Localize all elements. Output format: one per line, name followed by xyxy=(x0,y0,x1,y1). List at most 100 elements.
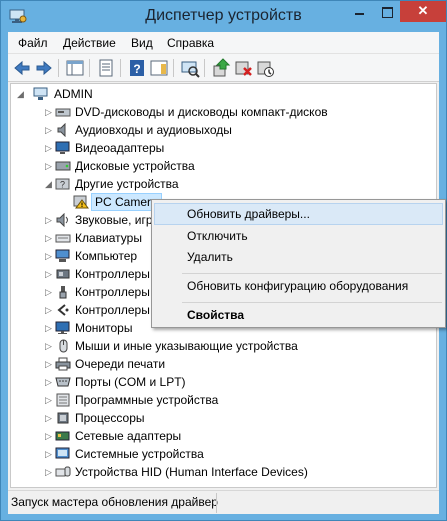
expand-arrow-icon[interactable]: ▷ xyxy=(45,319,54,337)
tree-root-label: ADMIN xyxy=(54,87,93,101)
expand-arrow-icon[interactable]: ▷ xyxy=(45,409,54,427)
expand-arrow-icon[interactable]: ▷ xyxy=(45,427,54,445)
expand-arrow-icon[interactable]: ▷ xyxy=(45,121,54,139)
menu-disable[interactable]: Отключить xyxy=(154,225,443,247)
mouse-icon xyxy=(55,339,71,353)
tree-item-label: Очереди печати xyxy=(75,357,166,371)
audio-icon xyxy=(55,122,71,138)
disk-drive-icon xyxy=(55,159,71,173)
menu-separator xyxy=(182,273,442,274)
tree-item-label: Аудиовходы и аудиовыходы xyxy=(75,123,232,137)
tree-item-label: Видеоадаптеры xyxy=(75,141,165,155)
help-icon[interactable]: ? xyxy=(127,58,147,78)
update-driver-icon[interactable] xyxy=(211,58,231,78)
show-hide-console-tree-icon[interactable] xyxy=(65,58,85,78)
expand-arrow-icon[interactable]: ▷ xyxy=(45,391,54,409)
tree-item-label: Контроллеры xyxy=(75,285,150,299)
expand-arrow-icon[interactable]: ▷ xyxy=(45,103,54,121)
tree-item-label: DVD-дисководы и дисководы компакт-дисков xyxy=(75,105,328,119)
svg-text:?: ? xyxy=(60,180,65,190)
port-icon xyxy=(55,375,71,389)
tree-item-label: Дисковые устройства xyxy=(75,159,195,173)
menu-separator xyxy=(182,302,442,303)
status-bar: Запуск мастера обновления драйвер xyxy=(8,490,439,514)
expand-arrow-icon[interactable]: ▷ xyxy=(45,139,54,157)
expand-arrow-icon[interactable]: ▷ xyxy=(45,373,54,391)
collapse-arrow-icon[interactable]: ◢ xyxy=(17,85,26,103)
expand-arrow-icon[interactable]: ▷ xyxy=(45,211,54,229)
tree-item-label: Другие устройства xyxy=(75,177,179,191)
tree-item-label: Устройства HID (Human Interface Devices) xyxy=(75,465,308,479)
menu-help[interactable]: Справка xyxy=(167,36,214,50)
network-adapter-icon xyxy=(55,429,71,443)
system-device-icon xyxy=(55,447,71,461)
sound-icon xyxy=(55,212,71,228)
disable-icon[interactable] xyxy=(255,58,275,78)
usb-controller-icon xyxy=(55,285,71,299)
expand-arrow-icon[interactable]: ▷ xyxy=(45,247,54,265)
software-device-icon xyxy=(55,393,71,407)
tree-item-label: Мыши и иные указывающие устройства xyxy=(75,339,298,353)
tree-item-label: Сетевые адаптеры xyxy=(75,429,182,443)
svg-text:?: ? xyxy=(133,62,140,76)
menu-action[interactable]: Действие xyxy=(63,36,116,50)
expand-arrow-icon[interactable]: ▷ xyxy=(45,337,54,355)
collapse-arrow-icon[interactable]: ◢ xyxy=(45,175,54,193)
menu-update-drivers[interactable]: Обновить драйверы... xyxy=(154,203,443,225)
controller-icon xyxy=(55,267,71,281)
minimize-button[interactable] xyxy=(346,1,373,22)
other-devices-icon: ? xyxy=(55,177,71,191)
toolbar-separator xyxy=(120,59,121,77)
computer-icon xyxy=(55,249,71,263)
status-text: Запуск мастера обновления драйвер xyxy=(11,495,218,509)
menu-file[interactable]: Файл xyxy=(18,36,48,50)
toolbar-separator xyxy=(204,59,205,77)
monitor-icon xyxy=(55,321,71,335)
scan-hardware-icon[interactable] xyxy=(180,58,200,78)
close-button[interactable]: ✕ xyxy=(400,1,446,22)
menu-scan-hardware[interactable]: Обновить конфигурацию оборудования xyxy=(154,275,443,297)
menu-uninstall[interactable]: Удалить xyxy=(154,246,443,268)
maximize-button[interactable] xyxy=(373,1,400,22)
back-icon[interactable] xyxy=(12,58,32,78)
context-menu: Обновить драйверы... Отключить Удалить О… xyxy=(151,199,446,328)
dvd-drive-icon xyxy=(55,105,71,119)
computer-root-icon xyxy=(33,87,49,101)
tree-item-label: Системные устройства xyxy=(75,447,204,461)
tree-item-label: Контроллеры xyxy=(75,303,150,317)
tree-item-label: Процессоры xyxy=(75,411,145,425)
expand-arrow-icon[interactable]: ▷ xyxy=(45,355,54,373)
menu-properties[interactable]: Свойства xyxy=(154,304,443,326)
tree-item-label: Мониторы xyxy=(75,321,133,335)
toolbar: ? xyxy=(8,54,439,82)
expand-arrow-icon[interactable]: ▷ xyxy=(45,229,54,247)
display-adapter-icon xyxy=(55,141,71,155)
toolbar-separator xyxy=(89,59,90,77)
tree-item-label: Порты (COM и LPT) xyxy=(75,375,186,389)
toolbar-separator xyxy=(173,59,174,77)
tree-item-label: Программные устройства xyxy=(75,393,219,407)
toolbar-separator xyxy=(58,59,59,77)
expand-arrow-icon[interactable]: ▷ xyxy=(45,283,54,301)
status-divider xyxy=(216,493,217,513)
expand-arrow-icon[interactable]: ▷ xyxy=(45,157,54,175)
tree-item-label: Звуковые, игр xyxy=(75,213,153,227)
forward-icon[interactable] xyxy=(34,58,54,78)
action-pane-icon[interactable] xyxy=(149,58,169,78)
expand-arrow-icon[interactable]: ▷ xyxy=(45,265,54,283)
menu-view[interactable]: Вид xyxy=(131,36,153,50)
expand-arrow-icon[interactable]: ▷ xyxy=(45,445,54,463)
device-manager-window: Диспетчер устройств ✕ Файл Действие Вид … xyxy=(0,0,447,521)
processor-icon xyxy=(55,411,71,425)
tree-item-label: Компьютер xyxy=(75,249,138,263)
print-queue-icon xyxy=(55,357,71,371)
tree-item-label: Контроллеры xyxy=(75,267,150,281)
expand-arrow-icon[interactable]: ▷ xyxy=(45,301,54,319)
uninstall-icon[interactable] xyxy=(233,58,253,78)
menu-bar: Файл Действие Вид Справка xyxy=(8,32,439,54)
properties-icon[interactable] xyxy=(96,58,116,78)
storage-controller-icon xyxy=(55,303,71,317)
hid-icon xyxy=(55,465,71,479)
expand-arrow-icon[interactable]: ▷ xyxy=(45,463,54,481)
title-bar[interactable]: Диспетчер устройств ✕ xyxy=(1,1,446,32)
